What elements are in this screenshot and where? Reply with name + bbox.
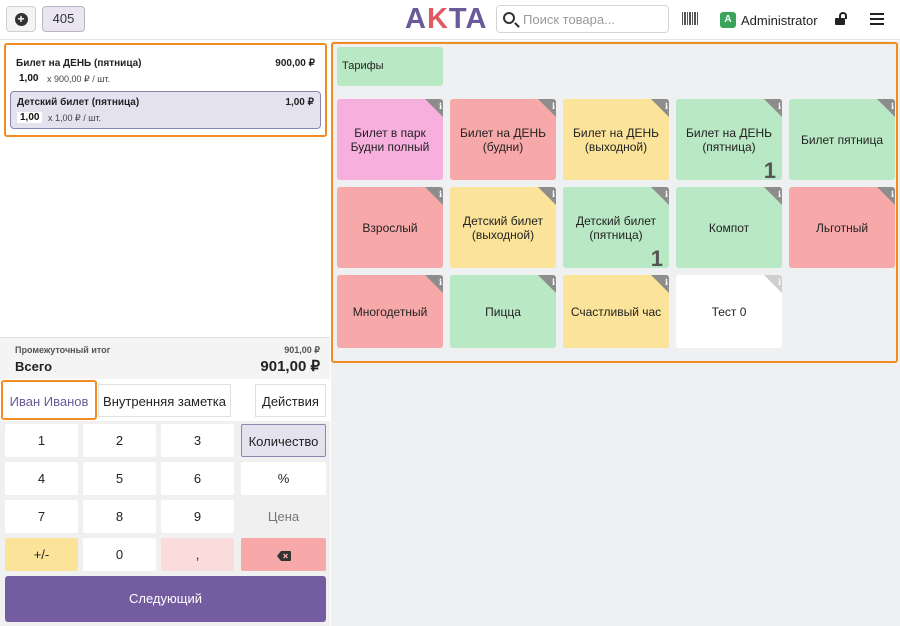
order-lines-highlight (4, 43, 327, 137)
top-bar: + 405 AKTA A Administrator (0, 0, 900, 40)
new-order-button[interactable]: + (6, 6, 36, 32)
search-icon (503, 12, 515, 24)
key-3[interactable]: 3 (161, 424, 234, 457)
plus-icon: + (14, 12, 28, 26)
key-1[interactable]: 1 (5, 424, 78, 457)
subtotal-label: Промежуточный итог (15, 345, 111, 355)
discount-mode-button[interactable]: % (241, 462, 326, 495)
next-button[interactable]: Следующий (5, 576, 326, 622)
user-menu[interactable]: A Administrator (720, 10, 818, 30)
numpad: 1 2 3 Количество 4 5 6 % 7 8 9 Цена +/- … (0, 421, 330, 626)
key-9[interactable]: 9 (161, 500, 234, 533)
search-box[interactable] (496, 5, 669, 33)
unlock-icon[interactable] (835, 12, 847, 26)
decimal-comma-key[interactable]: , (161, 538, 234, 571)
key-5[interactable]: 5 (83, 462, 156, 495)
hamburger-menu-icon[interactable] (870, 13, 884, 25)
logo-letters-ta: TA (448, 3, 488, 35)
total-value: 901,00 ₽ (260, 358, 320, 375)
action-row: Иван Иванов Внутренняя заметка Действия (0, 379, 330, 421)
key-0[interactable]: 0 (83, 538, 156, 571)
backspace-icon (276, 550, 291, 561)
logo-letter-k: K (426, 3, 449, 35)
logo: AKTA (405, 3, 487, 35)
price-mode-button[interactable]: Цена (241, 500, 326, 533)
quantity-mode-button[interactable]: Количество (241, 424, 326, 457)
user-name: Administrator (741, 12, 818, 28)
total-label: Всего (15, 359, 53, 374)
actions-button[interactable]: Действия (255, 384, 326, 417)
order-lines: Билет на ДЕНЬ (пятница) 900,00 ₽ 1,00 x … (0, 41, 330, 337)
totals: Промежуточный итог 901,00 ₽ Всего 901,00… (0, 337, 330, 379)
key-6[interactable]: 6 (161, 462, 234, 495)
key-4[interactable]: 4 (5, 462, 78, 495)
internal-note-button[interactable]: Внутренняя заметка (98, 384, 231, 417)
avatar: A (720, 12, 736, 28)
product-grid-highlight (331, 42, 898, 363)
logo-letter-a: A (405, 3, 427, 35)
barcode-icon[interactable] (682, 12, 698, 25)
key-7[interactable]: 7 (5, 500, 78, 533)
key-2[interactable]: 2 (83, 424, 156, 457)
sign-toggle-button[interactable]: +/- (5, 538, 78, 571)
subtotal-value: 901,00 ₽ (284, 345, 320, 355)
backspace-button[interactable] (241, 538, 326, 571)
customer-highlight (1, 380, 97, 420)
order-panel: Билет на ДЕНЬ (пятница) 900,00 ₽ 1,00 x … (0, 41, 330, 626)
key-8[interactable]: 8 (83, 500, 156, 533)
order-tab[interactable]: 405 (42, 6, 85, 32)
search-input[interactable] (523, 10, 663, 28)
product-panel: Тарифы Билет в парк Будни полный i Билет… (331, 41, 900, 626)
